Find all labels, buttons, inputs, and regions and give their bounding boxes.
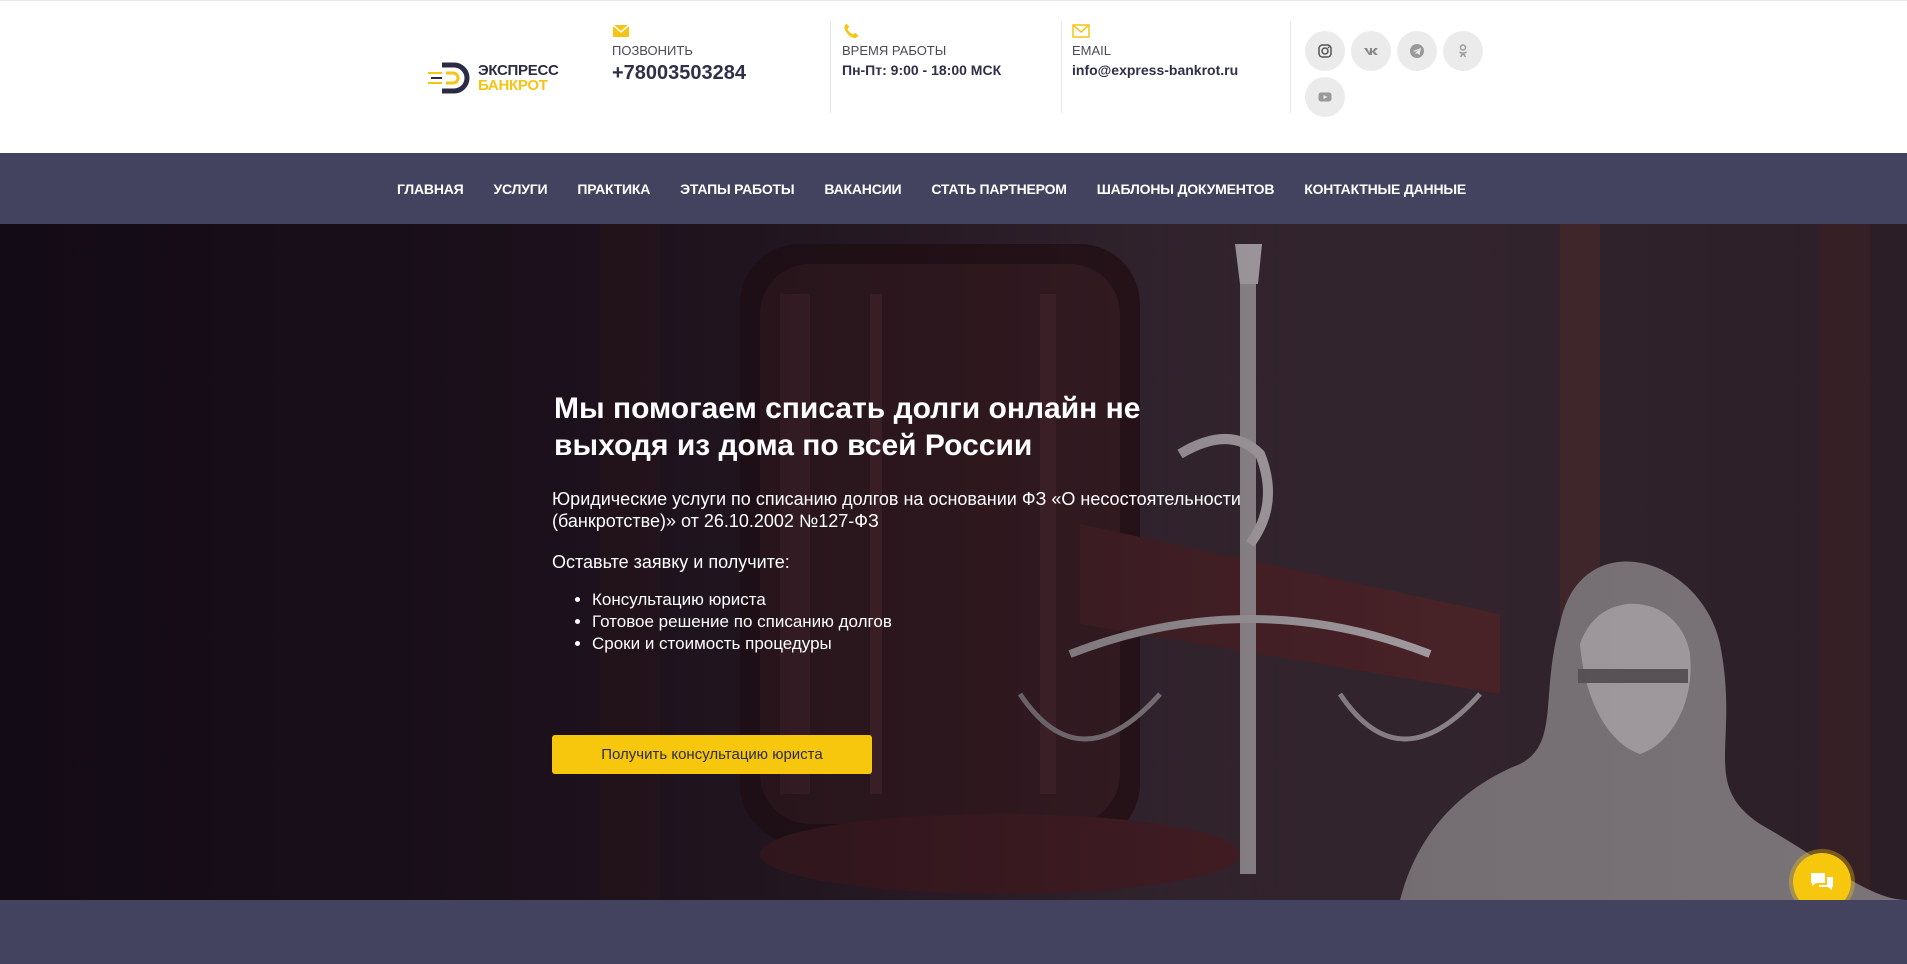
envelope-icon xyxy=(612,24,630,37)
telegram-icon[interactable] xyxy=(1397,31,1437,71)
nav-item-contacts[interactable]: КОНТАКТНЫЕ ДАННЫЕ xyxy=(1304,181,1466,197)
header-divider xyxy=(1290,21,1291,113)
nav-item-practice[interactable]: ПРАКТИКА xyxy=(577,181,650,197)
nav-item-document-templates[interactable]: ШАБЛОНЫ ДОКУМЕНТОВ xyxy=(1097,181,1275,197)
instagram-icon[interactable] xyxy=(1305,31,1345,71)
nav-list: ГЛАВНАЯ УСЛУГИ ПРАКТИКА ЭТАПЫ РАБОТЫ ВАК… xyxy=(397,153,1496,224)
odnoklassniki-icon[interactable] xyxy=(1443,31,1483,71)
nav-item-services[interactable]: УСЛУГИ xyxy=(494,181,548,197)
nav-item-home[interactable]: ГЛАВНАЯ xyxy=(397,181,464,197)
hours-caption: ВРЕМЯ РАБОТЫ xyxy=(842,43,947,58)
list-item: Консультацию юриста xyxy=(592,589,1312,611)
site-header: ЭКСПРЕСС БАНКРОТ ПОЗВОНИТЬ +78003503284 … xyxy=(0,0,1907,153)
logo-wordmark: ЭКСПРЕСС БАНКРОТ xyxy=(478,63,559,93)
hours-value: Пн-Пт: 9:00 - 18:00 МСК xyxy=(842,62,1002,78)
envelope-icon xyxy=(1072,24,1090,38)
hero-section: Мы помогаем списать долги онлайн не выхо… xyxy=(0,224,1907,900)
list-item: Готовое решение по списанию долгов xyxy=(592,611,1312,633)
contact-email: EMAIL info@express-bankrot.ru xyxy=(1072,23,1238,115)
chat-bubbles-icon xyxy=(1811,873,1833,890)
list-item: Сроки и стоимость процедуры xyxy=(592,633,1312,655)
site-logo[interactable]: ЭКСПРЕСС БАНКРОТ xyxy=(428,59,573,99)
nav-item-vacancies[interactable]: ВАКАНСИИ xyxy=(824,181,901,197)
hero-content: Мы помогаем списать долги онлайн не выхо… xyxy=(552,390,1312,774)
header-divider xyxy=(1061,21,1062,113)
contact-hours: ВРЕМЯ РАБОТЫ Пн-Пт: 9:00 - 18:00 МСК xyxy=(842,23,1001,115)
logo-line-2: БАНКРОТ xyxy=(478,77,548,94)
phone-icon xyxy=(844,23,859,39)
get-consultation-button[interactable]: Получить консультацию юриста xyxy=(552,735,872,774)
youtube-icon[interactable] xyxy=(1305,77,1345,117)
hero-lead: Оставьте заявку и получите: xyxy=(552,552,790,572)
logo-line-1: ЭКСПРЕСС xyxy=(478,62,559,79)
hero-subtitle: Юридические услуги по списанию долгов на… xyxy=(552,489,1241,531)
phone-caption: ПОЗВОНИТЬ xyxy=(612,43,693,58)
nav-item-work-stages[interactable]: ЭТАПЫ РАБОТЫ xyxy=(680,181,794,197)
vk-icon[interactable] xyxy=(1351,31,1391,71)
contact-phone: ПОЗВОНИТЬ +78003503284 xyxy=(612,23,746,115)
email-caption: EMAIL xyxy=(1072,43,1112,58)
phone-number-link[interactable]: +78003503284 xyxy=(612,62,746,85)
main-navigation: ГЛАВНАЯ УСЛУГИ ПРАКТИКА ЭТАПЫ РАБОТЫ ВАК… xyxy=(0,153,1907,224)
email-link[interactable]: info@express-bankrot.ru xyxy=(1072,62,1238,78)
next-section-band xyxy=(0,900,1907,964)
hero-title: Мы помогаем списать долги онлайн не выхо… xyxy=(554,392,1141,462)
header-divider xyxy=(830,21,831,113)
nav-item-become-partner[interactable]: СТАТЬ ПАРТНЕРОМ xyxy=(931,181,1067,197)
logo-mark-icon xyxy=(428,62,470,94)
hero-benefits-list: Консультацию юриста Готовое решение по с… xyxy=(552,589,1312,655)
